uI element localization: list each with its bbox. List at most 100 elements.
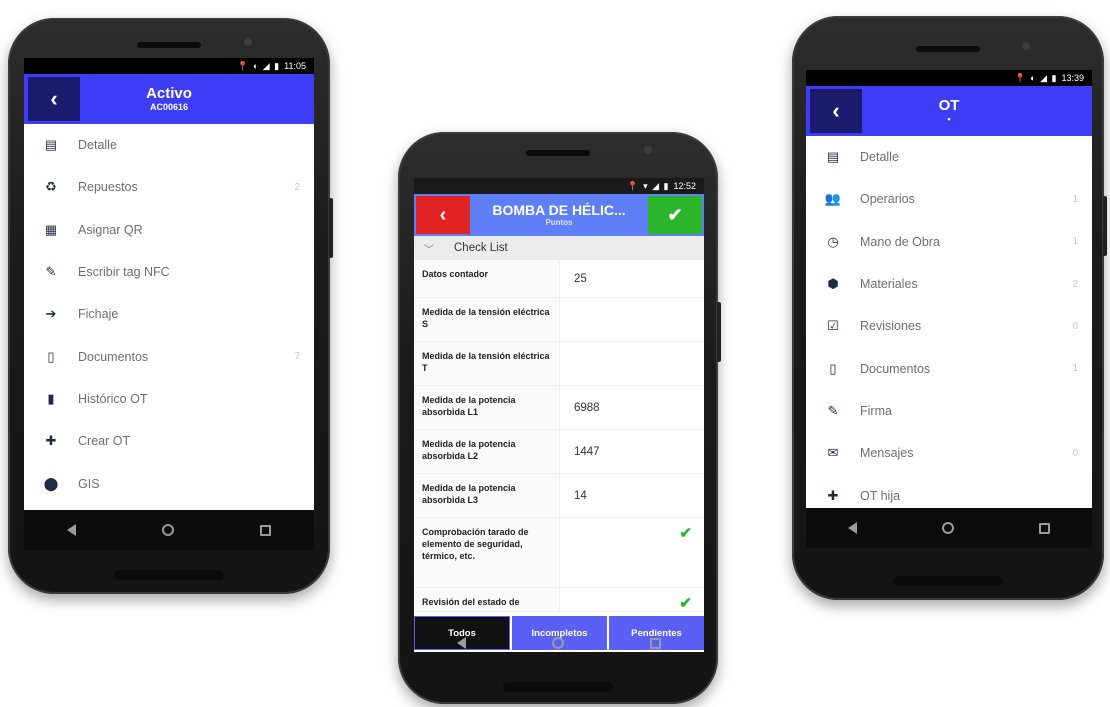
page-title: BOMBA DE HÉLIC... [492, 202, 626, 218]
checklist: Datos contador 25 Medida de la tensión elé… [414, 260, 704, 612]
menu-item-detalle[interactable]: ▤ Detalle [806, 136, 1092, 178]
menu-item-revisiones[interactable]: ☑ Revisiones 0 [806, 305, 1092, 347]
page-subtitle: Puntos [545, 218, 573, 227]
clock-icon: ◷ [827, 233, 839, 249]
phone-middle: 📍 ▾ ◢ ▮ 12:52 ‹ BOMBA DE HÉLIC... Puntos… [398, 132, 721, 704]
menu-item-operarios[interactable]: 👥 Operarios 1 [806, 178, 1092, 220]
checklist-answer[interactable]: ✔ [560, 518, 704, 587]
nav-home-icon[interactable] [941, 522, 954, 534]
edit-icon: ✎ [45, 264, 57, 280]
checklist-row[interactable]: Medida de la potencia absorbida L2 1447 [414, 430, 704, 474]
menu-item-label: Revisiones [860, 319, 922, 334]
envelope-icon: ✉ [827, 445, 839, 461]
cube-icon: ⬢ [827, 276, 839, 292]
menu-item-mano-de-obra[interactable]: ◷ Mano de Obra 1 [806, 221, 1092, 263]
checklist-row[interactable]: Datos contador 25 [414, 260, 704, 298]
menu-item-label: OT hija [860, 488, 901, 503]
app-bar-titles: Activo AC00616 [80, 85, 258, 113]
chevron-down-icon: ﹀ [424, 244, 434, 256]
list-icon: ▤ [826, 149, 840, 165]
speaker [916, 46, 980, 52]
menu-item-fichaje[interactable]: ➔ Fichaje [24, 293, 314, 335]
menu-item-count: 0 [1072, 447, 1078, 459]
menu-item-label: Asignar QR [78, 222, 143, 237]
app-bar: ‹ OT • [806, 86, 1092, 136]
nav-bar [806, 508, 1092, 548]
menu-item-label: Documentos [860, 361, 931, 376]
menu-item-crear-ot[interactable]: ✚ Crear OT [24, 420, 314, 462]
menu-item-label: Detalle [860, 150, 899, 165]
menu-item-firma[interactable]: ✎ Firma [806, 390, 1092, 432]
menu-item-label: Operarios [860, 192, 915, 207]
checklist-row[interactable]: Medida de la potencia absorbida L3 14 [414, 474, 704, 518]
menu-item-hist-rico-ot[interactable]: ▮ Histórico OT [24, 378, 314, 420]
confirm-button[interactable]: ✔ [648, 196, 702, 234]
checkbox-icon: ☑ [827, 318, 839, 334]
checkmark-icon: ✔ [679, 525, 692, 542]
menu-item-label: GIS [78, 476, 100, 491]
nav-home-icon[interactable] [162, 524, 174, 536]
side-button [1103, 196, 1107, 256]
document-icon: ▯ [829, 360, 837, 376]
checklist-answer[interactable]: 25 [560, 260, 704, 297]
menu-item-materiales[interactable]: ⬢ Materiales 2 [806, 263, 1092, 305]
screen-middle: 📍 ▾ ◢ ▮ 12:52 ‹ BOMBA DE HÉLIC... Puntos… [414, 178, 704, 652]
stage: 📍 ◐ ◢ ▮ 11:05 ‹ Activo AC00616 ▤ Detalle ♻… [0, 0, 1110, 707]
checklist-answer[interactable] [560, 298, 704, 341]
checkmark-icon: ✔ [679, 595, 692, 612]
nav-recent-icon[interactable] [260, 524, 271, 536]
menu-list: ▤ Detalle ♻ Repuestos 2 ▦ Asignar QR ✎ Escribir … [24, 124, 314, 505]
checklist-row[interactable]: Medida de la tensión eléctrica T [414, 342, 704, 386]
nav-back-icon[interactable] [457, 637, 466, 649]
screen-left: 📍 ◐ ◢ ▮ 11:05 ‹ Activo AC00616 ▤ Detalle ♻… [24, 58, 314, 550]
users-icon: 👥 [824, 191, 842, 207]
checklist-row[interactable]: Revisión del estado de ✔ [414, 588, 704, 612]
menu-item-escribir-tag-nfc[interactable]: ✎ Escribir tag NFC [24, 251, 314, 293]
menu-item-documentos[interactable]: ▯ Documentos 1 [806, 347, 1092, 389]
answer-value: 25 [574, 272, 587, 285]
nav-home-icon[interactable] [552, 637, 564, 649]
checklist-question: Revisión del estado de [414, 588, 560, 611]
back-button[interactable]: ‹ [810, 89, 862, 133]
back-button[interactable]: ‹ [416, 196, 470, 234]
menu-item-mensajes[interactable]: ✉ Mensajes 0 [806, 432, 1092, 474]
nav-back-icon[interactable] [67, 524, 76, 536]
menu-item-documentos[interactable]: ▯ Documentos 7 [24, 335, 314, 377]
status-bar: 📍 ▾ ◢ ▮ 12:52 [414, 178, 704, 194]
checklist-row[interactable]: Medida de la potencia absorbida L1 6988 [414, 386, 704, 430]
checklist-answer[interactable]: 14 [560, 474, 704, 517]
status-bar: 📍 ◐ ◢ ▮ 11:05 [24, 58, 314, 74]
page-title: Activo [146, 85, 192, 102]
chevron-left-icon: ‹ [439, 203, 447, 226]
menu-item-label: Documentos [78, 349, 149, 364]
status-icons: 📍 ▾ ◢ ▮ [627, 180, 670, 191]
checkmark-icon: ✔ [667, 204, 683, 225]
checklist-question: Medida de la potencia absorbida L3 [414, 474, 560, 517]
back-button[interactable]: ‹ [28, 77, 80, 121]
answer-value: 6988 [574, 401, 600, 414]
section-header[interactable]: ﹀ Check List [414, 236, 704, 260]
menu-item-gis[interactable]: ⬤ GIS [24, 462, 314, 504]
signature-icon: ✎ [827, 402, 839, 418]
menu-item-detalle[interactable]: ▤ Detalle [24, 124, 314, 166]
checklist-answer[interactable] [560, 342, 704, 385]
checklist-answer[interactable]: 1447 [560, 430, 704, 473]
menu-item-count: 1 [1072, 363, 1078, 375]
nav-back-icon[interactable] [848, 522, 858, 534]
nav-recent-icon[interactable] [1038, 522, 1050, 534]
status-time: 13:39 [1061, 73, 1084, 83]
recycle-icon: ♻ [45, 179, 57, 195]
app-bar: ‹ BOMBA DE HÉLIC... Puntos ✔ [414, 194, 704, 236]
checklist-row[interactable]: Medida de la tensión eléctrica S [414, 298, 704, 342]
menu-item-asignar-qr[interactable]: ▦ Asignar QR [24, 209, 314, 251]
menu-item-repuestos[interactable]: ♻ Repuestos 2 [24, 166, 314, 208]
camera [244, 38, 252, 46]
checklist-answer[interactable]: 6988 [560, 386, 704, 429]
checklist-question: Medida de la tensión eléctrica S [414, 298, 560, 341]
status-time: 11:05 [284, 61, 306, 71]
nav-recent-icon[interactable] [650, 637, 661, 649]
menu-item-label: Escribir tag NFC [78, 265, 170, 280]
speaker [137, 42, 201, 48]
checklist-row[interactable]: Comprobación tarado de elemento de segur… [414, 518, 704, 588]
checklist-answer[interactable]: ✔ [560, 588, 704, 612]
